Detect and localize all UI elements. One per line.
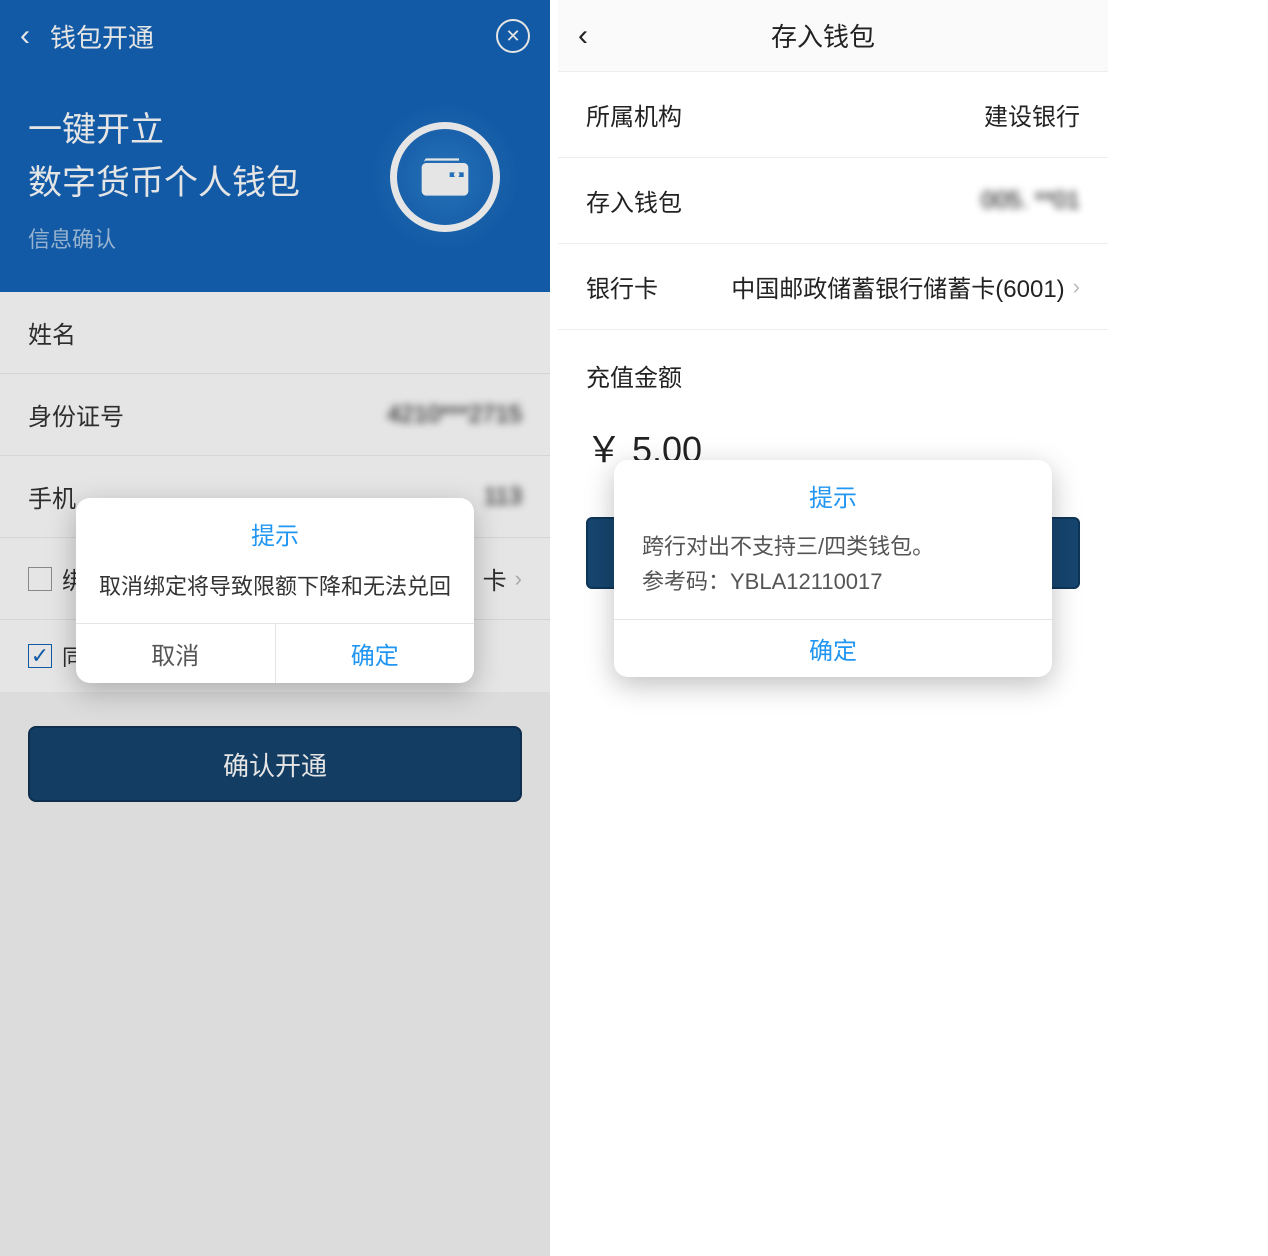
back-icon[interactable]: ‹ xyxy=(578,19,588,53)
screen-deposit: ‹ 存入钱包 所属机构 建设银行 存入钱包 005. **01 银行卡 中国邮政… xyxy=(558,0,1108,1256)
screen-wallet-open: ‹ 钱包开通 ✕ 一键开立 数字货币个人钱包 信息确认 姓名 身份证号 4210… xyxy=(0,0,550,1256)
dialog-title: 提示 xyxy=(614,460,1052,521)
dialog-message: 跨行对出不支持三/四类钱包。 参考码：YBLA12110017 xyxy=(614,521,1052,619)
confirm-label: 确定 xyxy=(809,631,857,666)
card-value: 中国邮政储蓄银行储蓄卡(6001) xyxy=(716,269,1065,304)
org-row: 所属机构 建设银行 xyxy=(558,72,1108,158)
page-title: 存入钱包 xyxy=(588,17,1058,54)
alert-dialog: 提示 跨行对出不支持三/四类钱包。 参考码：YBLA12110017 确定 xyxy=(614,460,1052,677)
org-value: 建设银行 xyxy=(716,97,1080,132)
chevron-right-icon: › xyxy=(1073,274,1080,300)
dialog-message: 取消绑定将导致限额下降和无法兑回 xyxy=(76,559,474,623)
wallet-label: 存入钱包 xyxy=(586,183,716,218)
confirm-label: 确定 xyxy=(351,636,399,671)
card-label: 银行卡 xyxy=(586,269,716,304)
confirm-button[interactable]: 确定 xyxy=(614,619,1052,677)
card-row[interactable]: 银行卡 中国邮政储蓄银行储蓄卡(6001) › xyxy=(558,244,1108,330)
confirm-button[interactable]: 确定 xyxy=(276,624,475,683)
dialog-line-1: 跨行对出不支持三/四类钱包。 xyxy=(642,529,1024,564)
dialog-line-2: 参考码：YBLA12110017 xyxy=(642,564,1024,599)
wallet-value: 005. **01 xyxy=(716,187,1080,215)
header: ‹ 存入钱包 xyxy=(558,0,1108,72)
cancel-button[interactable]: 取消 xyxy=(76,624,276,683)
dialog-buttons: 取消 确定 xyxy=(76,623,474,683)
org-label: 所属机构 xyxy=(586,97,716,132)
cancel-label: 取消 xyxy=(151,636,199,671)
wallet-row[interactable]: 存入钱包 005. **01 xyxy=(558,158,1108,244)
alert-dialog: 提示 取消绑定将导致限额下降和无法兑回 取消 确定 xyxy=(76,498,474,683)
dialog-title: 提示 xyxy=(76,498,474,559)
recharge-label: 充值金额 xyxy=(558,330,1108,403)
